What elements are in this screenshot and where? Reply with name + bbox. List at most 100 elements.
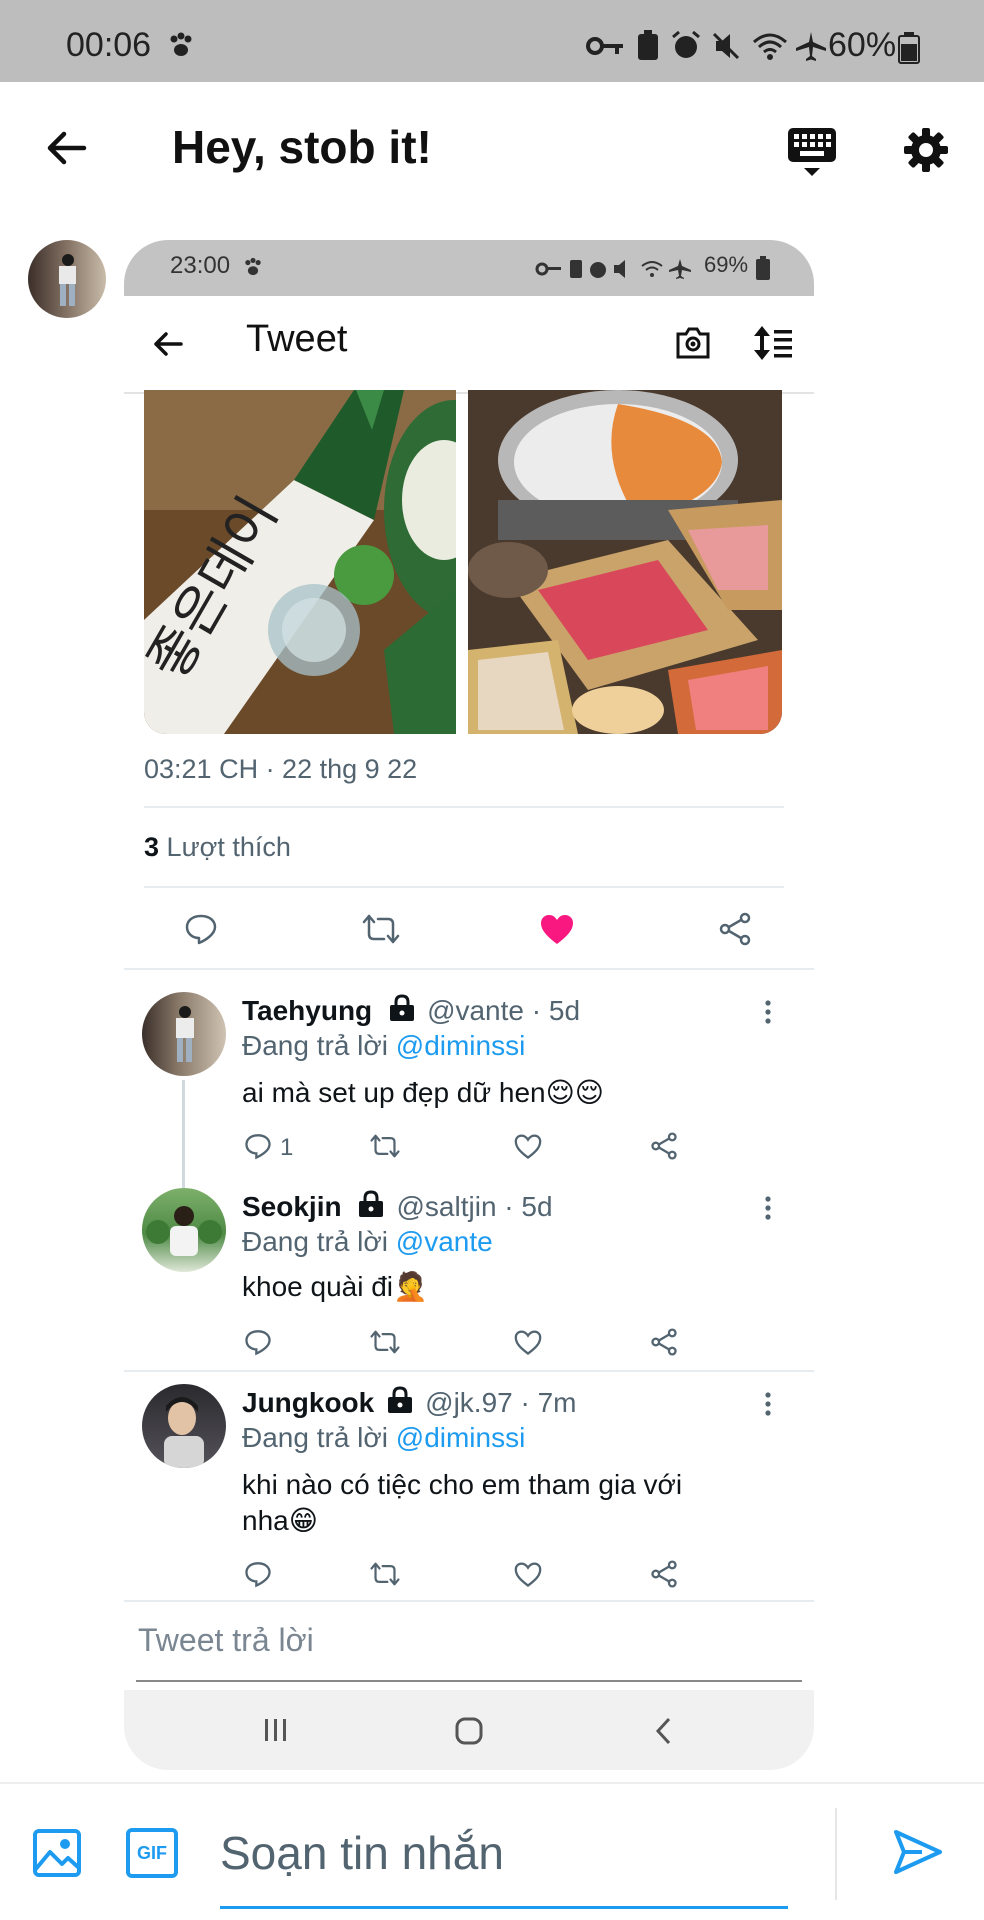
screenshot-status-time: 23:00 [170,252,231,279]
screenshot-battery-percent: 69% [704,252,749,277]
avatar [142,992,226,1076]
avatar [142,1188,226,1272]
retweet-icon [370,1132,400,1160]
input-underline [220,1906,788,1909]
replying-to: Đang trả lời @diminssi [242,1422,525,1454]
back-arrow-icon[interactable] [44,126,88,170]
battery-percent: 60% [828,26,897,64]
replying-to-mention: @vante [395,1226,493,1257]
send-icon[interactable] [892,1826,944,1878]
reply-text-line-2: nha😁 [242,1505,318,1536]
settings-gear-icon[interactable] [902,126,950,174]
status-bar: 00:06 60% [0,0,984,82]
airplane-icon [794,30,828,62]
likes-label: Lượt thích [166,832,291,862]
divider [136,1680,802,1682]
replying-to-mention: @diminssi [395,1030,526,1061]
recent-apps-icon [262,1716,290,1744]
keyboard-icon[interactable] [786,126,838,178]
divider [835,1808,837,1900]
divider [144,806,784,808]
share-icon [718,912,752,946]
reply-author-name: Jungkook [242,1387,375,1418]
share-icon [650,1132,678,1160]
reply-count: 1 [280,1134,294,1161]
reply-text-line-1: khi nào có tiệc cho em tham gia với [242,1469,683,1500]
replying-to: Đang trả lời @vante [242,1226,493,1258]
sort-icon [752,324,794,362]
screenshot-nav-bar [124,1690,814,1770]
replying-to-label: Đang trả lời [242,1030,388,1061]
retweet-icon [370,1560,400,1588]
more-options-icon [764,1196,772,1220]
alarm-icon [670,30,702,62]
like-heart-icon [514,1562,542,1588]
divider [144,886,784,888]
reply-header: Jungkook @jk.97 · 7m [242,1386,577,1419]
reply-text: khoe quài đi🤦 [242,1271,428,1302]
divider [124,968,814,970]
like-heart-icon [514,1134,542,1160]
divider [124,1370,814,1372]
screenshot-title: Tweet [246,318,348,360]
lock-icon [387,994,417,1022]
reply-icon [244,1560,272,1588]
reply-header: Taehyung @vante · 5d [242,994,580,1027]
reply-text: ai mà set up đẹp dữ hen😌😌 [242,1077,604,1108]
retweet-icon [370,1328,400,1356]
battery-icon [898,32,920,64]
image-attach-icon[interactable] [32,1828,82,1878]
divider [124,1600,814,1602]
reply-icon [244,1328,272,1356]
reply-author-handle: @jk.97 · 7m [425,1387,577,1418]
reply-author-handle: @vante · 5d [427,995,581,1026]
tweet-photo-hotpot [468,390,782,734]
liked-heart-icon [540,914,574,946]
avatar [142,1384,226,1468]
likes-summary[interactable]: 3 Lượt thích [144,832,291,863]
replying-to-mention: @diminssi [395,1422,526,1453]
paw-icon [166,30,196,60]
likes-count: 3 [144,832,160,862]
sender-avatar[interactable] [28,240,106,318]
more-options-icon [764,1392,772,1416]
reply-header: Seokjin @saltjin · 5d [242,1190,553,1223]
reply-icon [244,1132,272,1160]
page-title: Hey, stob it! [172,121,432,173]
reply-author-name: Taehyung [242,995,373,1026]
status-time: 00:06 [66,26,152,64]
reply-author-name: Seokjin [242,1191,342,1222]
replying-to-label: Đang trả lời [242,1226,388,1257]
recycle-battery-icon [636,30,660,62]
reply-icon [184,912,218,946]
back-arrow-icon [152,328,184,360]
gif-button[interactable]: GIF [126,1828,178,1878]
key-icon [586,34,624,58]
reply-author-handle: @saltjin · 5d [396,1191,553,1222]
more-options-icon [764,1000,772,1024]
tweet-photo-soju: 좋은데이 [144,390,456,734]
home-icon [454,1716,484,1746]
camera-icon [674,324,712,362]
lock-icon [356,1190,386,1218]
battery-icon [756,256,770,280]
lock-icon [385,1386,415,1414]
status-icons-cluster-icon [534,258,702,280]
gif-label: GIF [137,1842,167,1863]
share-icon [650,1328,678,1356]
retweet-icon [362,912,400,946]
like-heart-icon [514,1330,542,1356]
wifi-icon [750,30,790,62]
message-input[interactable]: Soạn tin nhắn [220,1826,504,1880]
screenshot-status-bar: 23:00 69% [124,240,814,296]
share-icon [650,1560,678,1588]
mute-icon [710,30,742,62]
divider [0,1782,984,1784]
paw-icon [242,256,264,278]
replying-to-label: Đang trả lời [242,1422,388,1453]
back-nav-icon [654,1716,674,1746]
reply-input-placeholder: Tweet trả lời [138,1622,314,1658]
tweet-timestamp: 03:21 CH · 22 thg 9 22 [144,754,418,784]
shared-screenshot[interactable]: 23:00 69% Tweet 좋은데이 03:21 CH · 22 thg 9… [124,240,814,1770]
replying-to: Đang trả lời @diminssi [242,1030,525,1062]
